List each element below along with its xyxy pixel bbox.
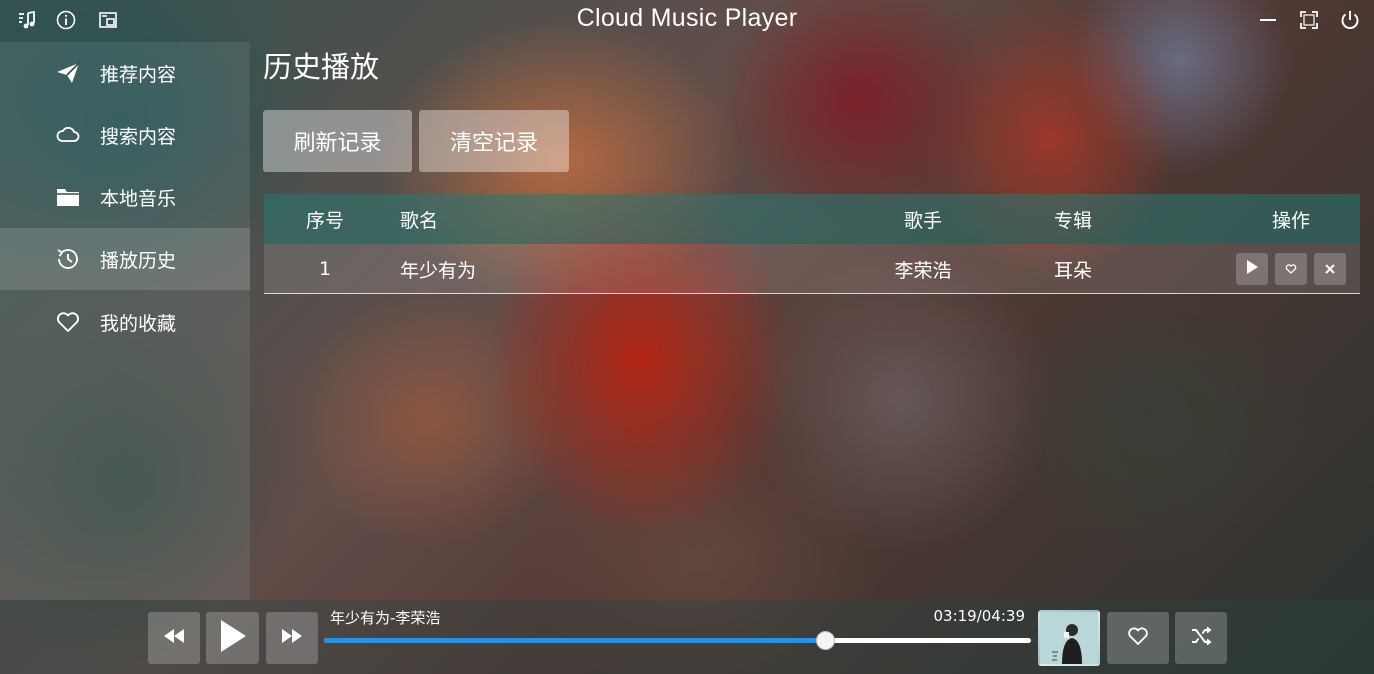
- sidebar-item-recommended[interactable]: 推荐内容: [0, 42, 250, 104]
- sidebar-item-history[interactable]: 播放历史: [0, 228, 250, 290]
- table-row[interactable]: 1 年少有为 李荣浩 耳朵: [264, 244, 1360, 294]
- row-play-button[interactable]: [1236, 253, 1268, 285]
- play-icon: [1244, 259, 1260, 279]
- header-album: 专辑: [1054, 209, 1093, 232]
- progress-bar[interactable]: [324, 631, 1031, 650]
- history-table: 序号 歌名 歌手 专辑 操作 1 年少有为 李荣浩 耳朵: [264, 194, 1360, 294]
- power-icon[interactable]: [1338, 8, 1362, 32]
- minimize-icon[interactable]: [1256, 8, 1280, 32]
- now-playing-label: 年少有为-李荣浩: [330, 609, 441, 627]
- table-header: 序号 歌名 歌手 专辑 操作: [264, 194, 1360, 244]
- heart-icon: [54, 308, 82, 336]
- row-artist: 李荣浩: [894, 259, 952, 282]
- music-note-icon[interactable]: [14, 8, 38, 32]
- history-icon: [54, 245, 82, 273]
- progress-fill: [324, 638, 826, 643]
- sidebar: 推荐内容 搜索内容 本地音乐 播放历史 我的收藏: [0, 42, 250, 600]
- fullscreen-icon[interactable]: [1297, 8, 1321, 32]
- progress-knob[interactable]: [815, 631, 835, 650]
- sidebar-item-label: 搜索内容: [100, 125, 177, 148]
- shuffle-button[interactable]: [1175, 612, 1227, 664]
- info-icon[interactable]: [54, 8, 78, 32]
- previous-button[interactable]: [148, 612, 200, 664]
- title-bar: Cloud Music Player: [0, 0, 1374, 40]
- rewind-icon: [162, 627, 186, 649]
- row-song-name: 年少有为: [400, 259, 477, 282]
- play-icon: [218, 619, 248, 657]
- page-title: 历史播放: [263, 50, 380, 84]
- sidebar-item-favorites[interactable]: 我的收藏: [0, 291, 250, 353]
- header-name: 歌名: [400, 209, 439, 232]
- sidebar-item-search[interactable]: 搜索内容: [0, 104, 250, 166]
- play-pause-button[interactable]: [206, 612, 259, 664]
- album-cover[interactable]: [1038, 610, 1100, 666]
- playback-time: 03:19/04:39: [933, 607, 1025, 625]
- app-title: Cloud Music Player: [576, 4, 798, 32]
- next-button[interactable]: [266, 612, 318, 664]
- sidebar-item-label: 我的收藏: [100, 312, 177, 335]
- heart-icon: [1127, 626, 1149, 650]
- cloud-icon: [54, 121, 82, 149]
- header-index: 序号: [305, 209, 344, 232]
- refresh-button[interactable]: 刷新记录: [263, 110, 412, 172]
- row-index: 1: [318, 258, 332, 280]
- paper-plane-icon: [54, 59, 82, 87]
- remove-icon: [1324, 260, 1336, 279]
- header-ops: 操作: [1271, 209, 1310, 232]
- sidebar-item-label: 推荐内容: [100, 63, 177, 86]
- favorite-button[interactable]: [1107, 612, 1169, 664]
- sidebar-item-local-music[interactable]: 本地音乐: [0, 166, 250, 228]
- sidebar-item-label: 本地音乐: [100, 187, 177, 210]
- player-bar: 年少有为-李荣浩 03:19/04:39: [0, 600, 1374, 674]
- favorite-icon: [1285, 260, 1297, 279]
- clear-button[interactable]: 清空记录: [419, 110, 569, 172]
- row-album: 耳朵: [1054, 259, 1093, 282]
- row-remove-button[interactable]: [1314, 253, 1346, 285]
- shuffle-icon: [1190, 626, 1212, 650]
- folder-icon: [54, 183, 82, 211]
- fast-forward-icon: [280, 627, 304, 649]
- mini-mode-icon[interactable]: [96, 8, 120, 32]
- sidebar-item-label: 播放历史: [100, 249, 177, 272]
- row-favorite-button[interactable]: [1275, 253, 1307, 285]
- header-artist: 歌手: [903, 209, 942, 232]
